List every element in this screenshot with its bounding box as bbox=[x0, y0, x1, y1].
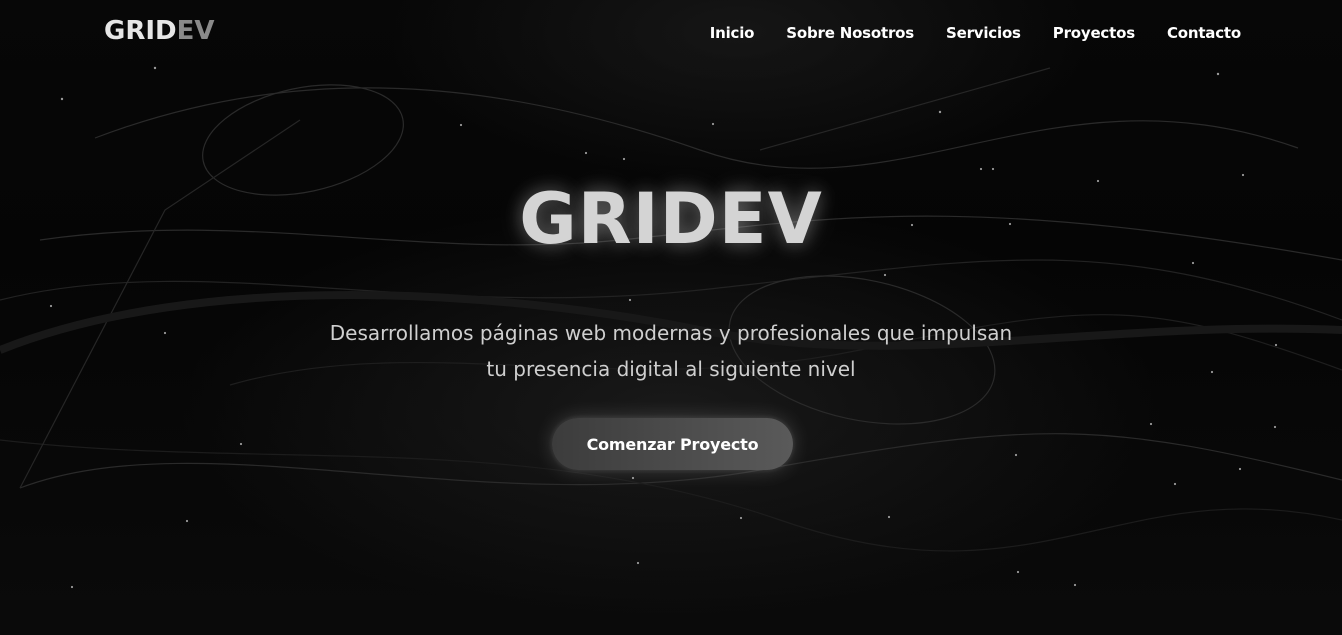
nav-item: Proyectos bbox=[1053, 24, 1135, 42]
nav-item: Sobre Nosotros bbox=[786, 24, 914, 42]
hero-subtitle: Desarrollamos páginas web modernas y pro… bbox=[329, 321, 1013, 381]
start-project-button[interactable]: Comenzar Proyecto bbox=[552, 418, 793, 470]
nav-menu: Inicio Sobre Nosotros Servicios Proyecto… bbox=[710, 24, 1241, 42]
hero-title: GRIDEV bbox=[519, 178, 823, 260]
nav-item: Servicios bbox=[946, 24, 1021, 42]
logo[interactable]: GRIDEV bbox=[104, 16, 215, 46]
nav-link-inicio[interactable]: Inicio bbox=[710, 24, 755, 42]
nav-item: Inicio bbox=[710, 24, 755, 42]
logo-main: GRID bbox=[104, 16, 177, 46]
nav-link-sobre-nosotros[interactable]: Sobre Nosotros bbox=[786, 24, 914, 42]
nav-item: Contacto bbox=[1167, 24, 1241, 42]
navbar: GRIDEV Inicio Sobre Nosotros Servicios P… bbox=[0, 0, 1342, 70]
nav-link-contacto[interactable]: Contacto bbox=[1167, 24, 1241, 42]
nav-link-proyectos[interactable]: Proyectos bbox=[1053, 24, 1135, 42]
hero-section: GRIDEV Inicio Sobre Nosotros Servicios P… bbox=[0, 0, 1342, 635]
nav-link-servicios[interactable]: Servicios bbox=[946, 24, 1021, 42]
logo-accent: EV bbox=[176, 16, 215, 46]
